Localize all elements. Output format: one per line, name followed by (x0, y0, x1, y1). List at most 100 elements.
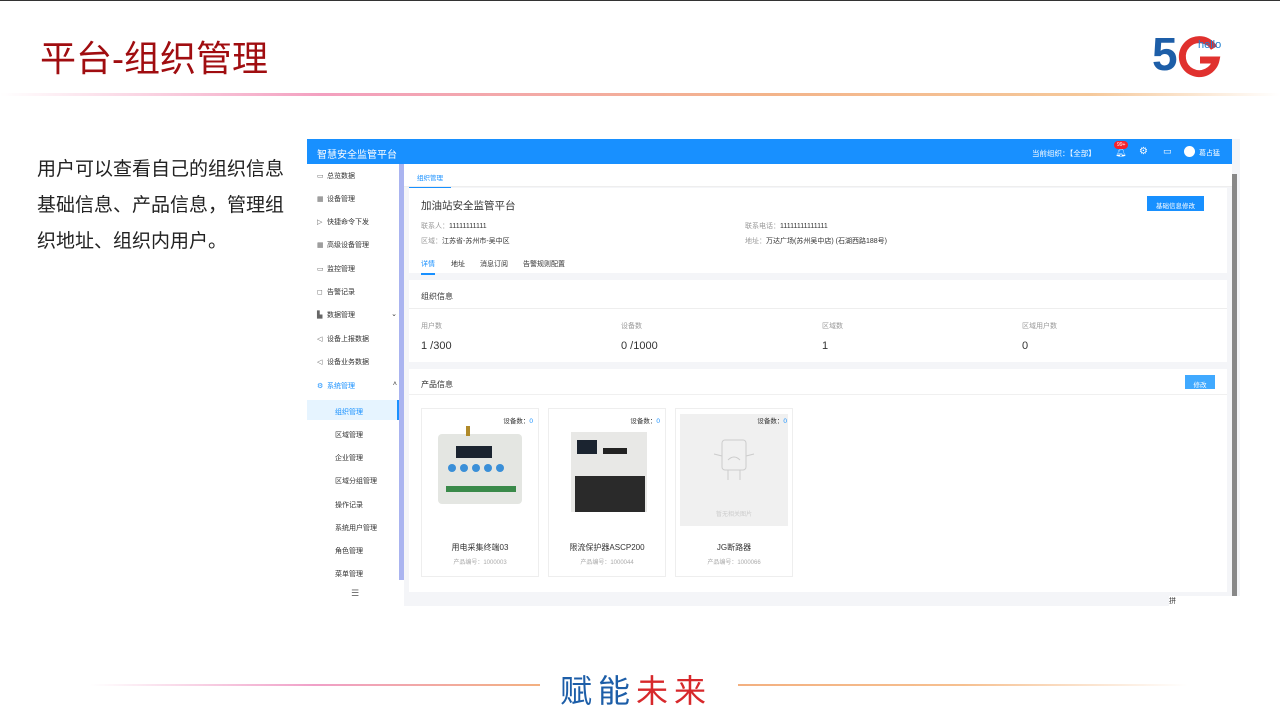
slogan-red: 未来 (636, 673, 713, 709)
collapse-menu-icon[interactable]: ☰ (351, 588, 359, 599)
submenu-item-region[interactable]: 区域管理 (307, 423, 399, 443)
product-name: JG断路器 (716, 543, 752, 552)
sidebar-label: 系统管理 (327, 383, 355, 390)
region-value: 江苏省-苏州市-吴中区 (442, 238, 510, 245)
svg-text:5: 5 (1152, 28, 1178, 78)
stat-label: 区域数 (822, 323, 843, 330)
device-count-value: 0 (783, 418, 787, 425)
product-card[interactable]: 设备数：0 限流保护器ASCP200 产品编号：1000044 (548, 408, 666, 577)
stat-value: 1 /300 (421, 340, 452, 352)
subtab-subscription[interactable]: 消息订阅 (480, 259, 508, 269)
gear-icon: ⚙ (317, 383, 324, 390)
edit-products-button[interactable]: 修改 (1185, 375, 1215, 389)
sidebar-label: 高级设备管理 (327, 242, 369, 249)
svg-text:hello: hello (1198, 39, 1221, 51)
sidebar: ▭ 总览数据 ▦ 设备管理 ▷ 快捷命令下发 ▦ 高级设备管理 ▭ 监控管理 ◻ 告警记录 … (307, 164, 404, 606)
sidebar-label: 设备管理 (327, 196, 355, 203)
subtab-address[interactable]: 地址 (451, 259, 465, 269)
chevron-down-icon: ⌄ (391, 311, 397, 318)
product-image (571, 432, 647, 512)
stat-region-users: 区域用户数 0 (1022, 321, 1057, 352)
phone-label: 联系电话： (745, 223, 780, 230)
stat-value: 1 (822, 340, 829, 352)
message-icon[interactable]: ▭ (1163, 146, 1172, 157)
sidebar-scrollbar[interactable] (399, 164, 404, 580)
settings-gear-icon[interactable]: ⚙ (1139, 146, 1148, 157)
sidebar-item-overview[interactable]: ▭ 总览数据 (317, 171, 355, 181)
edit-basic-info-button[interactable]: 基础信息修改 (1147, 196, 1204, 211)
sidebar-label: 快捷命令下发 (327, 219, 369, 226)
username[interactable]: 葛占猛 (1199, 148, 1220, 158)
sidebar-item-monitor[interactable]: ▭ 监控管理 (317, 264, 355, 274)
product-code-label: 产品编号： (707, 560, 738, 566)
submenu-item-operation-log[interactable]: 操作记录 (307, 493, 399, 513)
org-name: 加油站安全监管平台 (421, 200, 516, 212)
app-screenshot: 智慧安全监管平台 当前组织：【全部】 🔔︎ 99+ ⚙ ▭ 葛占猛 ▭ 总览数据 … (307, 139, 1240, 606)
product-code-value: 1000003 (483, 560, 507, 566)
submenu-item-region-group[interactable]: 区域分组管理 (307, 469, 399, 489)
monitor-icon: ▭ (317, 173, 324, 180)
sidebar-item-command[interactable]: ▷ 快捷命令下发 (317, 217, 369, 227)
footer-divider-right (738, 684, 1188, 686)
slide-description: 用户可以查看自己的组织信息基础信息、产品信息，管理组织地址、组织内用户。 (37, 159, 285, 252)
grid-icon: ▦ (317, 196, 324, 203)
stat-value: 0 (1022, 340, 1029, 352)
current-org-selector[interactable]: 当前组织：【全部】 (1032, 148, 1096, 159)
stat-label: 区域用户数 (1022, 323, 1057, 330)
no-image-text: 暂无相关图片 (715, 512, 752, 518)
product-card[interactable]: 设备数：0 用电采集终端03 产品编号：1000003 (421, 408, 539, 577)
product-code: 产品编号：1000044 (549, 557, 665, 566)
device-count: 设备数：0 (503, 415, 533, 425)
sidebar-label: 设备业务数据 (327, 359, 369, 366)
address-value: 万达广场(苏州吴中店) (石湖西路188号) (766, 238, 887, 245)
stat-label: 设备数 (621, 323, 642, 330)
sidebar-label: 设备上报数据 (327, 336, 369, 343)
device-count-label: 设备数： (503, 418, 530, 425)
sidebar-item-data[interactable]: ▙ 数据管理 ⌄ (317, 310, 397, 320)
subtab-details[interactable]: 详情 (421, 259, 435, 275)
sidebar-label: 总览数据 (327, 173, 355, 180)
product-name: 限流保护器ASCP200 (569, 543, 645, 552)
sidebar-item-system[interactable]: ⚙ 系统管理 ˄ (317, 381, 397, 391)
sidebar-item-advanced-device[interactable]: ▦ 高级设备管理 (317, 240, 369, 250)
product-code-label: 产品编号： (453, 560, 484, 566)
stat-devices: 设备数 0 /1000 (621, 321, 658, 352)
org-basic-card: 加油站安全监管平台 基础信息修改 联系人：11111111111 联系电话：11… (409, 188, 1227, 275)
device-count-label: 设备数： (757, 418, 784, 425)
sidebar-item-alarm[interactable]: ◻ 告警记录 (317, 287, 355, 297)
product-card[interactable]: 暂无相关图片 设备数：0 JG断路器 产品编号：1000066 (675, 408, 793, 577)
5g-hello-logo: 5 hello (1152, 28, 1221, 78)
sidebar-item-report-data[interactable]: ◁ 设备上报数据 (317, 334, 369, 344)
tab-org-management[interactable]: 组织管理 (409, 172, 451, 189)
submenu-item-org[interactable]: 组织管理 (307, 400, 399, 420)
page-scrollbar[interactable] (1232, 174, 1237, 596)
region-label: 区域： (421, 238, 442, 245)
stat-regions: 区域数 1 (822, 321, 843, 352)
submenu-item-system-user[interactable]: 系统用户管理 (307, 516, 399, 536)
avatar[interactable] (1184, 146, 1195, 157)
notification-badge: 99+ (1114, 141, 1129, 149)
product-code: 产品编号：1000066 (676, 557, 792, 566)
chevron-up-icon: ˄ (392, 381, 397, 388)
device-count: 设备数：0 (630, 415, 660, 425)
submenu-item-role[interactable]: 角色管理 (307, 539, 399, 559)
device-count-value: 0 (529, 418, 533, 425)
sidebar-item-device[interactable]: ▦ 设备管理 (317, 194, 355, 204)
address-label: 地址： (745, 238, 766, 245)
send-icon: ▷ (317, 219, 323, 226)
product-name: 用电采集终端03 (451, 543, 509, 552)
region-field: 区域：江苏省-苏州市-吴中区 (421, 236, 510, 246)
org-info-card: 组织信息 用户数 1 /300 设备数 0 /1000 区域数 1 区域用户数 0 (409, 280, 1227, 362)
stat-users: 用户数 1 /300 (421, 321, 452, 352)
sad-face-icon (713, 439, 755, 480)
top-border (0, 0, 1280, 1)
contact-field: 联系人：11111111111 (421, 221, 487, 231)
submenu-item-menu[interactable]: 菜单管理 (307, 562, 399, 582)
address-field: 地址：万达广场(苏州吴中店) (石湖西路188号) (745, 236, 887, 246)
contact-label: 联系人： (421, 223, 449, 230)
subtab-alarm-rules[interactable]: 告警规则配置 (523, 259, 565, 269)
sidebar-label: 数据管理 (327, 312, 355, 319)
footer-divider-left (90, 684, 540, 686)
sidebar-item-business-data[interactable]: ◁ 设备业务数据 (317, 357, 369, 367)
submenu-item-enterprise[interactable]: 企业管理 (307, 446, 399, 466)
